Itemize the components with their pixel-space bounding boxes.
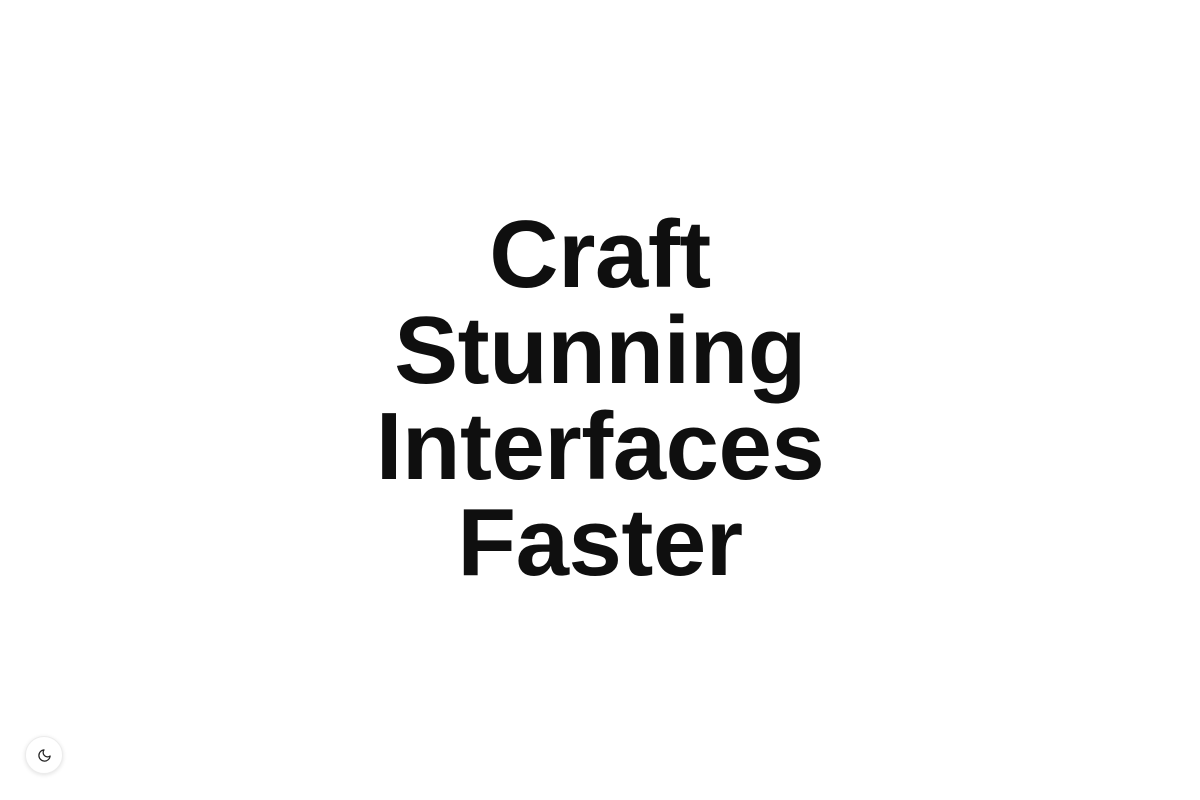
hero-line-1: Craft (489, 201, 711, 308)
hero-line-3: Interfaces (375, 393, 825, 500)
theme-toggle-button[interactable] (25, 736, 63, 774)
hero-line-4: Faster (457, 489, 743, 596)
hero-heading: Craft Stunning Interfaces Faster (0, 207, 1200, 591)
hero-line-2: Stunning (394, 297, 806, 404)
moon-icon (37, 748, 52, 763)
